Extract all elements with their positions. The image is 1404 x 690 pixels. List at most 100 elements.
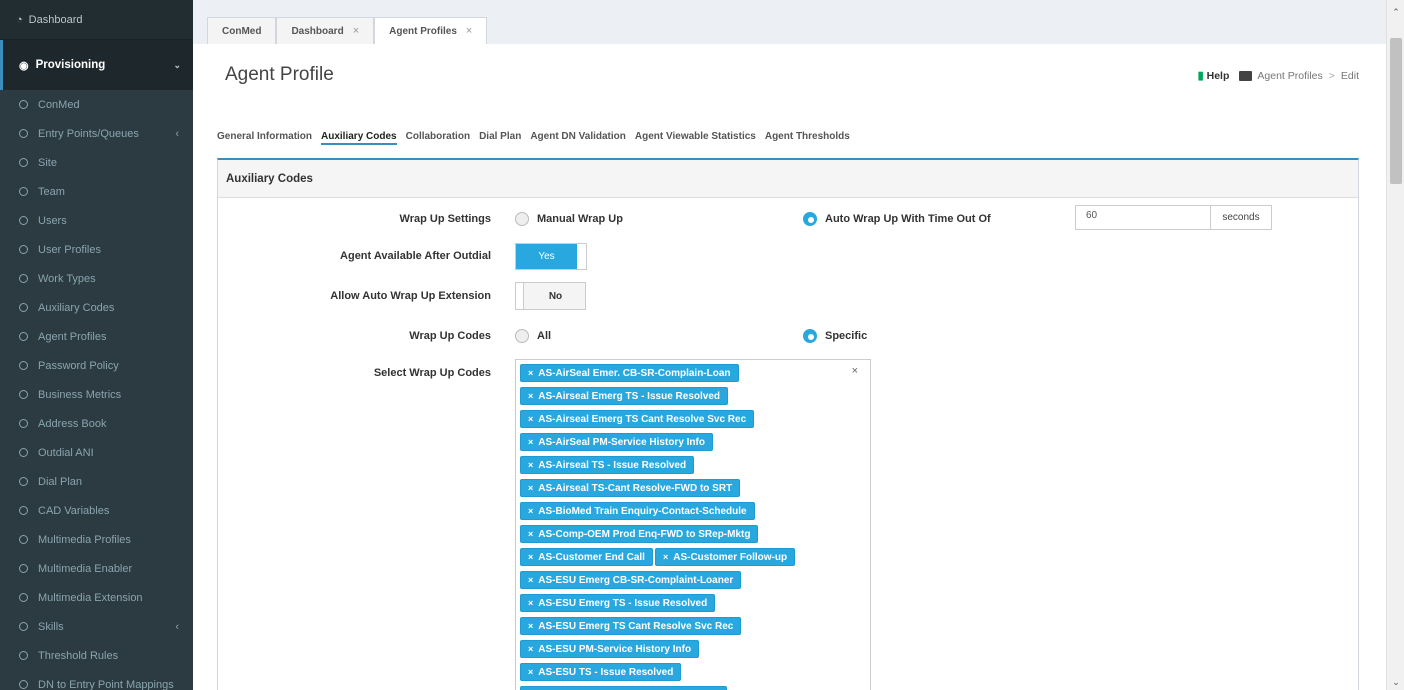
all-codes-radio[interactable]: All — [515, 329, 551, 343]
remove-chip-icon[interactable]: × — [528, 552, 533, 562]
remove-chip-icon[interactable]: × — [528, 460, 533, 470]
wrap-up-code-chip[interactable]: × AS-Airseal TS-Cant Resolve-FWD to SRT — [520, 479, 741, 497]
close-icon[interactable]: × — [353, 25, 359, 37]
circle-icon — [19, 564, 28, 573]
clear-all-icon[interactable]: × — [852, 365, 858, 377]
sidebar-item[interactable]: Users — [0, 206, 193, 235]
circle-icon — [19, 651, 28, 660]
tab[interactable]: ConMed — [207, 17, 277, 44]
wrap-up-code-chip[interactable]: × AS-Airseal Emerg TS Cant Resolve Svc Re… — [520, 410, 755, 428]
wrap-up-code-chip[interactable]: × AS-ESU PM-Service History Info — [520, 640, 700, 658]
wrap-up-code-chip[interactable]: × AS-BioMed Train Enquiry-Contact-Schedul… — [520, 502, 755, 520]
remove-chip-icon[interactable]: × — [528, 414, 533, 424]
subtab[interactable]: Auxiliary Codes — [321, 131, 397, 145]
specific-codes-radio[interactable]: Specific — [803, 329, 867, 343]
subtab[interactable]: Collaboration — [406, 131, 470, 145]
sidebar-item[interactable]: Business Metrics — [0, 380, 193, 409]
sidebar-item[interactable]: Agent Profiles — [0, 322, 193, 351]
breadcrumb-item-current: Edit — [1340, 69, 1359, 82]
sidebar-item[interactable]: Threshold Rules — [0, 641, 193, 670]
wrap-up-code-chip[interactable]: × AS-ESU Emerg CB-SR-Complaint-Loaner — [520, 571, 742, 589]
close-icon[interactable]: × — [466, 25, 472, 37]
chip-label: AS-ESU TS - Issue Resolved — [538, 666, 674, 678]
page-title: Agent Profile — [225, 64, 334, 85]
remove-chip-icon[interactable]: × — [528, 575, 533, 585]
breadcrumb-item[interactable]: Agent Profiles — [1257, 70, 1322, 82]
wrap-up-codes-multiselect[interactable]: × AS-AirSeal Emer. CB-SR-Complain-Loan × AS… — [515, 359, 871, 690]
remove-chip-icon[interactable]: × — [528, 644, 533, 654]
sidebar-item[interactable]: Dial Plan — [0, 467, 193, 496]
remove-chip-icon[interactable]: × — [528, 667, 533, 677]
remove-chip-icon[interactable]: × — [528, 391, 533, 401]
scroll-up-icon[interactable]: ⌃ — [1387, 4, 1404, 20]
sidebar-item-label: Agent Profiles — [38, 330, 107, 343]
radio-label: Specific — [825, 330, 868, 342]
remove-chip-icon[interactable]: × — [528, 598, 533, 608]
sidebar-item-label: Auxiliary Codes — [38, 301, 115, 314]
remove-chip-icon[interactable]: × — [528, 506, 533, 516]
sidebar-item-label: CAD Variables — [38, 504, 110, 517]
wrap-up-code-chip[interactable]: × AS-ESU TS - Issue Resolved — [520, 663, 682, 681]
wrap-up-code-chip[interactable]: ×AS-ESU TS-Cant Resolve-FWD to SRT — [520, 686, 728, 690]
wrap-up-code-chip[interactable]: × AS-ESU Emerg TS Cant Resolve Svc Rec — [520, 617, 742, 635]
wrap-up-code-chip[interactable]: × AS-AirSeal Emer. CB-SR-Complain-Loan — [520, 364, 739, 382]
remove-chip-icon[interactable]: × — [528, 621, 533, 631]
sidebar-item[interactable]: Address Book — [0, 409, 193, 438]
subtab[interactable]: Agent DN Validation — [530, 131, 626, 145]
sidebar-item-label: Team — [38, 185, 65, 198]
sidebar-item[interactable]: ConMed — [0, 90, 193, 119]
circle-icon — [19, 245, 28, 254]
remove-chip-icon[interactable]: × — [528, 483, 533, 493]
scroll-thumb[interactable] — [1390, 38, 1402, 184]
page-scrollbar[interactable]: ⌃ ⌄ — [1386, 0, 1404, 690]
tab[interactable]: Dashboard × — [276, 17, 375, 44]
sidebar-item-provisioning[interactable]: ◉ Provisioning ⌄ — [0, 40, 193, 90]
manual-wrap-up-radio[interactable]: Manual Wrap Up — [515, 212, 623, 226]
chip-row: × AS-Customer End Call × AS-Customer Follow… — [520, 548, 850, 571]
sidebar-item[interactable]: Skills ‹ — [0, 612, 193, 641]
allow-auto-ext-toggle[interactable]: No — [515, 282, 586, 310]
timeout-input[interactable]: 60 — [1075, 205, 1211, 230]
sidebar-item[interactable]: Multimedia Enabler — [0, 554, 193, 583]
sidebar-item[interactable]: Team — [0, 177, 193, 206]
scroll-down-icon[interactable]: ⌄ — [1387, 674, 1404, 690]
sidebar-item-dashboard[interactable]: ◔ Dashboard — [0, 0, 193, 40]
auto-wrap-up-radio[interactable]: Auto Wrap Up With Time Out Of — [803, 212, 991, 226]
agent-available-toggle[interactable]: Yes — [515, 243, 587, 270]
wrap-up-code-chip[interactable]: × AS-Comp-OEM Prod Enq-FWD to SRep-Mktg — [520, 525, 759, 543]
sidebar-item[interactable]: Password Policy — [0, 351, 193, 380]
wrap-up-code-chip[interactable]: × AS-ESU Emerg TS - Issue Resolved — [520, 594, 716, 612]
wrap-up-code-chip[interactable]: × AS-Airseal Emerg TS - Issue Resolved — [520, 387, 728, 405]
wrap-up-code-chip[interactable]: × AS-Airseal TS - Issue Resolved — [520, 456, 695, 474]
sidebar-item[interactable]: Auxiliary Codes — [0, 293, 193, 322]
subtab[interactable]: Dial Plan — [479, 131, 521, 145]
remove-chip-icon[interactable]: × — [528, 437, 533, 447]
tab[interactable]: Agent Profiles × — [374, 17, 488, 44]
radio-label: All — [537, 330, 552, 342]
wrap-up-code-chip[interactable]: × AS-AirSeal PM-Service History Info — [520, 433, 713, 451]
subtab[interactable]: General Information — [217, 131, 312, 145]
sidebar-item[interactable]: CAD Variables — [0, 496, 193, 525]
sidebar-item[interactable]: Multimedia Extension — [0, 583, 193, 612]
help-link[interactable]: ▮ Help — [1198, 69, 1230, 83]
chip-row: × AS-ESU PM-Service History Info × AS-ESU T… — [520, 640, 850, 686]
remove-chip-icon[interactable]: × — [528, 368, 533, 378]
wrap-up-code-chip[interactable]: × AS-Customer Follow-up — [654, 548, 796, 566]
chip-row: × AS-AirSeal PM-Service History Info — [520, 433, 850, 456]
select-codes-label: Select Wrap Up Codes — [373, 367, 491, 379]
chevron-down-icon: ⌄ — [173, 59, 181, 70]
sidebar-item[interactable]: Entry Points/Queues ‹ — [0, 119, 193, 148]
subtab[interactable]: Agent Thresholds — [765, 131, 850, 145]
sidebar-item[interactable]: DN to Entry Point Mappings — [0, 670, 193, 690]
sidebar-item[interactable]: User Profiles — [0, 235, 193, 264]
chip-row: × AS-Airseal TS-Cant Resolve-FWD to SRT — [520, 479, 850, 502]
wrap-up-code-chip[interactable]: × AS-Customer End Call — [520, 548, 653, 566]
remove-chip-icon[interactable]: × — [528, 529, 533, 539]
remove-chip-icon[interactable]: × — [663, 552, 668, 562]
sidebar-item[interactable]: Multimedia Profiles — [0, 525, 193, 554]
subtab[interactable]: Agent Viewable Statistics — [635, 131, 756, 145]
sidebar-item[interactable]: Site — [0, 148, 193, 177]
chip-label: AS-AirSeal Emer. CB-SR-Complain-Loan — [538, 367, 731, 379]
sidebar-item[interactable]: Work Types — [0, 264, 193, 293]
sidebar-item[interactable]: Outdial ANI — [0, 438, 193, 467]
